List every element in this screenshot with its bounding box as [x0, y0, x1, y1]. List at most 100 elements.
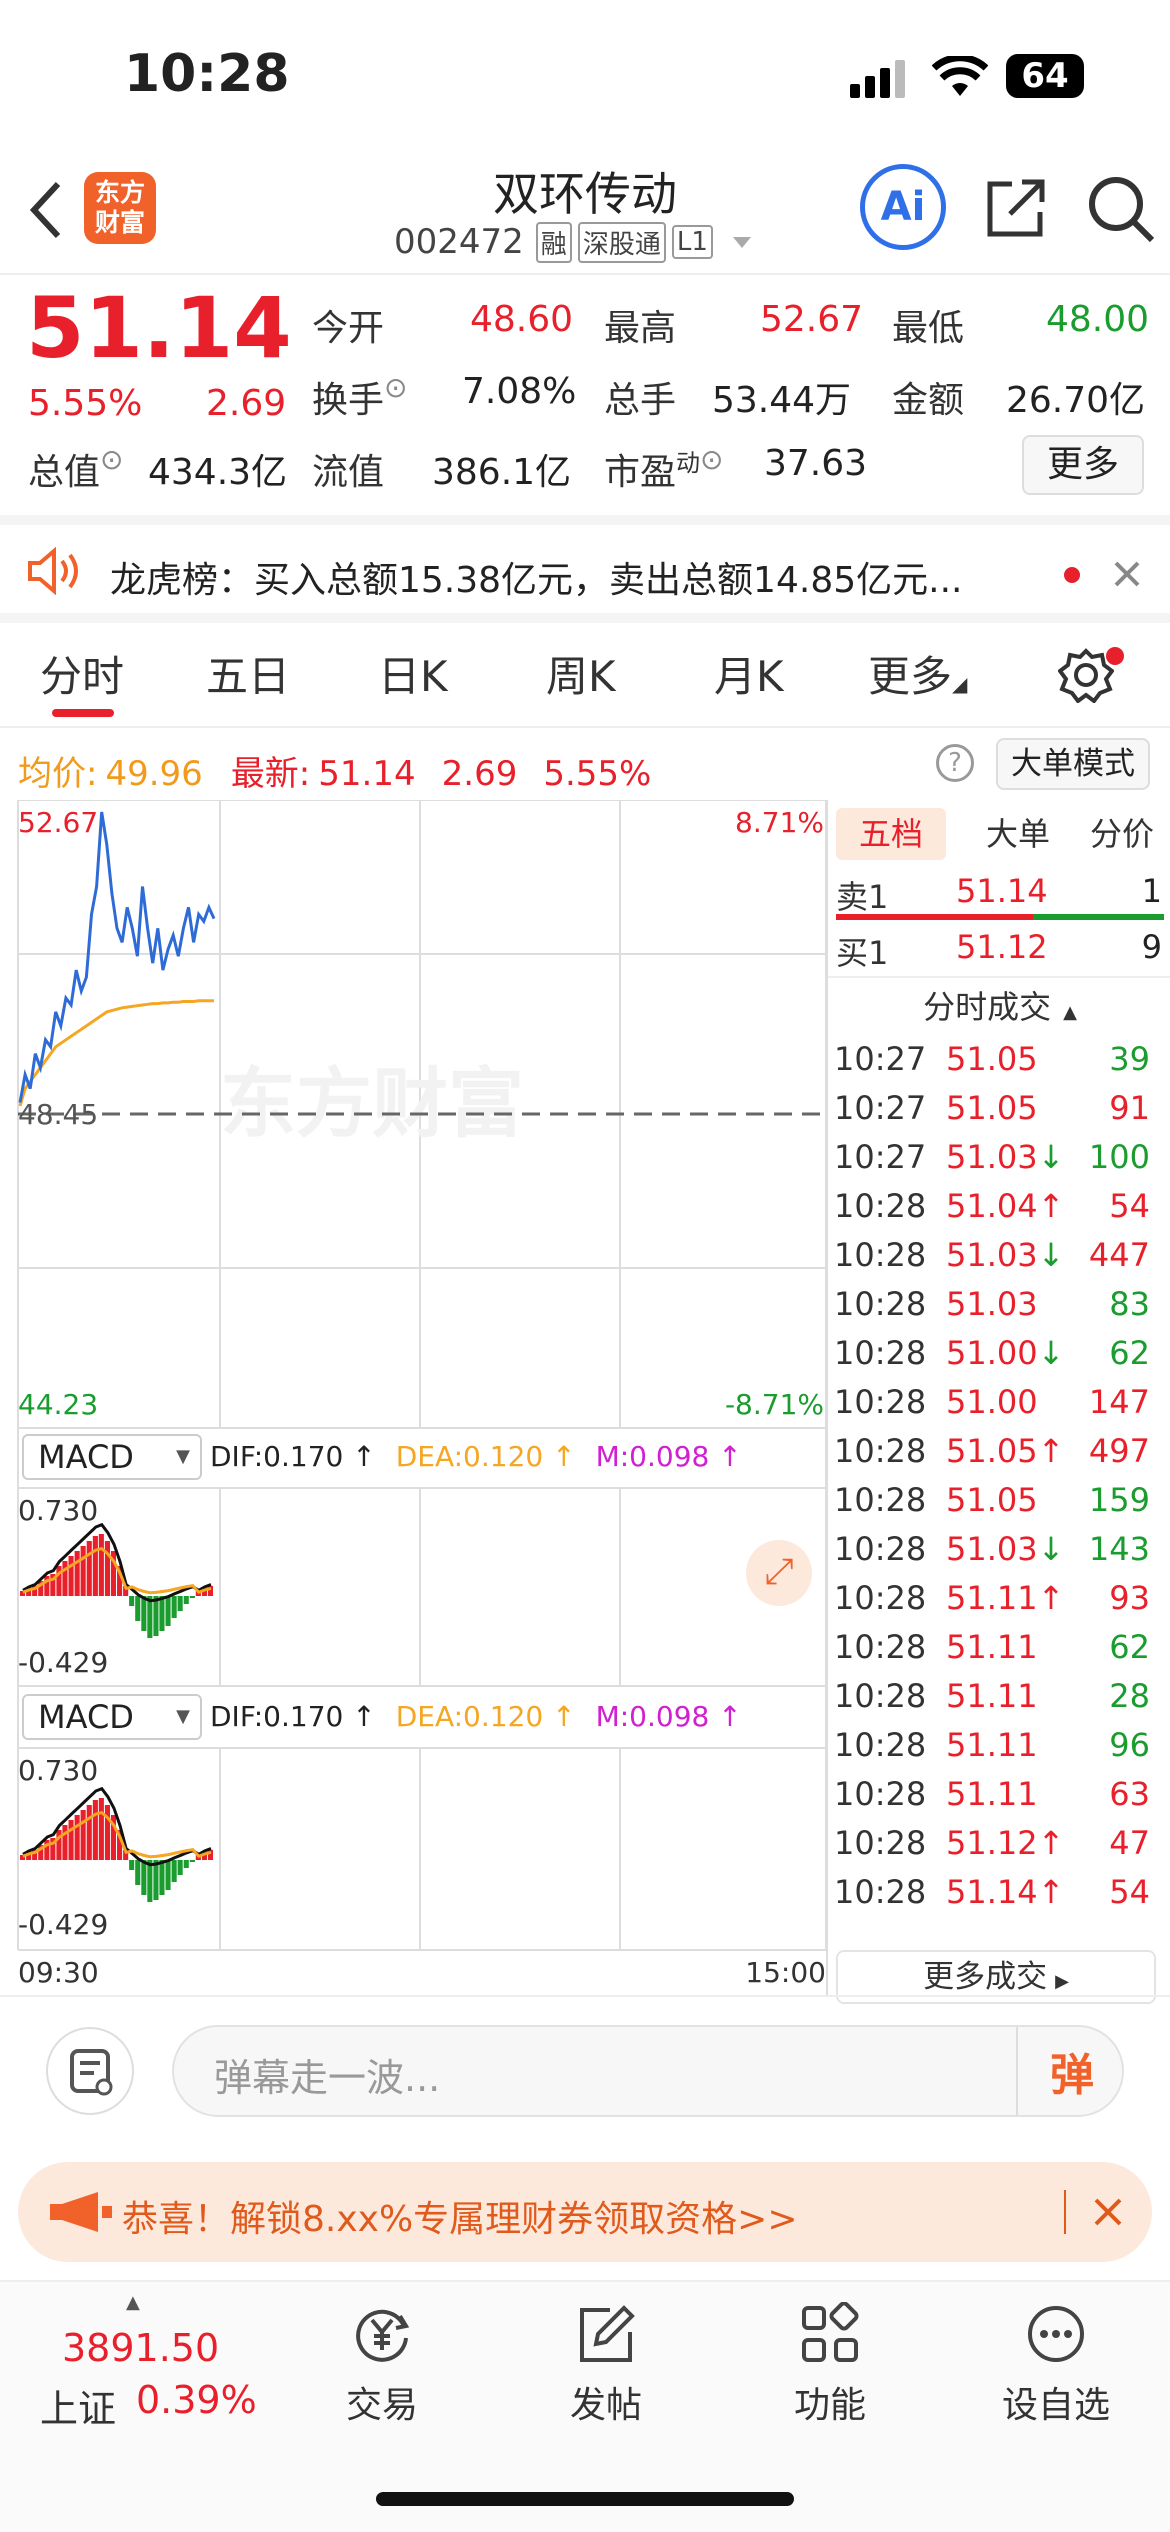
tab-intraday[interactable]: 分时	[40, 643, 124, 704]
nav-post-label: 发帖	[569, 2385, 642, 2426]
stock-header: 东方 财富 双环传动 002472 融 深股通 L1 Ai	[0, 150, 1170, 275]
macd-bar	[165, 1596, 171, 1626]
nav-trade[interactable]: 交易	[302, 2302, 462, 2428]
trade-row: 10:28 51.05 159	[832, 1477, 1162, 1526]
tab-5day[interactable]: 五日	[206, 643, 290, 704]
trade-time: 10:27	[834, 1040, 927, 1078]
trade-row: 10:28 51.03↓ 447	[832, 1232, 1162, 1281]
trade-time: 10:28	[834, 1873, 927, 1911]
trade-time: 10:28	[834, 1775, 927, 1813]
macd-bar	[177, 1860, 183, 1875]
low-value: 48.00	[1046, 299, 1150, 340]
avg-price-line	[18, 999, 214, 1107]
tab-more[interactable]: 更多◢	[868, 643, 967, 704]
time-end-label: 15:00	[745, 1956, 826, 1989]
trade-volume: 100	[1088, 1138, 1150, 1176]
info-icon[interactable]: ⊙	[100, 443, 123, 476]
nav-functions[interactable]: 功能	[750, 2301, 910, 2428]
close-icon[interactable]	[1092, 2196, 1124, 2228]
macd-bar	[183, 1596, 189, 1604]
macd-bar	[135, 1596, 141, 1621]
open-value: 48.60	[470, 299, 574, 340]
stock-code-row[interactable]: 002472 融 深股通 L1	[394, 220, 751, 264]
trade-price: 51.05	[946, 1040, 1038, 1078]
nav-add-watchlist[interactable]: 设自选	[976, 2302, 1136, 2428]
trade-volume: 54	[1109, 1187, 1150, 1225]
bottom-price-label: 44.23	[18, 1388, 98, 1421]
index-ticker[interactable]: ▲ 3891.50 上证 0.39%	[30, 2292, 260, 2432]
danmu-toggle-button[interactable]: 弹	[1050, 2039, 1094, 2103]
signal-icon	[850, 58, 910, 98]
trade-volume: 62	[1109, 1334, 1150, 1372]
promo-banner[interactable]: 恭喜！解锁8.xx%专属理财券领取资格>>	[18, 2162, 1152, 2262]
search-icon[interactable]	[1086, 174, 1156, 244]
trade-volume: 93	[1109, 1579, 1150, 1617]
trade-row: 10:28 51.03↓ 143	[832, 1526, 1162, 1575]
nav-post[interactable]: 发帖	[526, 2302, 686, 2428]
macd-selector[interactable]: MACD ▼	[22, 1434, 202, 1480]
macd-bar	[129, 1860, 135, 1870]
tab-monthly-k[interactable]: 月K	[714, 643, 784, 704]
macd-bar	[189, 1596, 195, 1598]
trade-row: 10:28 51.11 63	[832, 1771, 1162, 1820]
trade-price: 51.03↓	[946, 1530, 1065, 1568]
tab-weekly-k[interactable]: 周K	[546, 643, 616, 704]
macd-bar	[159, 1596, 165, 1631]
trades-title[interactable]: 分时成交 ▲	[828, 982, 1170, 1028]
notification-dot	[1064, 567, 1080, 583]
macd-bar	[141, 1596, 147, 1631]
bottom-nav: ▲ 3891.50 上证 0.39% 交易 发帖 功能 设自选	[0, 2280, 1170, 2532]
trade-volume: 54	[1109, 1873, 1150, 1911]
trade-row: 10:28 51.11↑ 93	[832, 1575, 1162, 1624]
chevron-down-icon	[732, 236, 751, 248]
trade-volume: 96	[1109, 1726, 1150, 1764]
tag-level1: L1	[671, 225, 713, 259]
trade-time: 10:28	[834, 1824, 927, 1862]
macd-bar	[74, 1815, 80, 1860]
more-button[interactable]: 更多	[1022, 435, 1144, 495]
macd-bar	[153, 1596, 159, 1636]
ai-button[interactable]: Ai	[860, 164, 946, 250]
clock: 10:28	[124, 44, 290, 104]
share-icon[interactable]	[982, 176, 1048, 242]
trade-price: 51.00↓	[946, 1334, 1065, 1372]
macd-bar	[62, 1825, 68, 1860]
nav-functions-label: 功能	[793, 2385, 866, 2426]
edit-icon	[580, 2305, 635, 2362]
trade-row: 10:28 51.04↑ 54	[832, 1183, 1162, 1232]
trade-price: 51.05	[946, 1089, 1038, 1127]
info-icon[interactable]: ⊙	[700, 443, 723, 476]
help-icon[interactable]: ?	[936, 744, 974, 782]
battery-level: 64	[1021, 56, 1069, 96]
tab-five-levels[interactable]: 五档	[836, 808, 946, 860]
pe-label: 市盈动⊙	[604, 443, 724, 493]
trade-time: 10:28	[834, 1187, 927, 1225]
tab-daily-k[interactable]: 日K	[378, 643, 448, 704]
big-order-mode-button[interactable]: 大单模式	[996, 738, 1150, 790]
trade-price: 51.03↓	[946, 1138, 1065, 1176]
info-icon[interactable]: ⊙	[384, 371, 407, 404]
trade-time: 10:28	[834, 1334, 927, 1372]
tab-big-orders[interactable]: 大单	[968, 808, 1068, 860]
macd-selector-2[interactable]: MACD ▼	[22, 1694, 202, 1740]
expand-icon[interactable]: ⤢	[746, 1540, 812, 1606]
macd-bar	[80, 1810, 86, 1860]
tab-price-dist[interactable]: 分价	[1072, 808, 1170, 860]
dropdown-icon: ◢	[952, 672, 968, 696]
turnover-value: 7.08%	[462, 371, 577, 412]
trade-time: 10:27	[834, 1089, 927, 1127]
compose-icon[interactable]	[46, 2027, 134, 2115]
caret-up-icon: ▲	[126, 2292, 140, 2313]
danmu-input[interactable]: 弹幕走一波... 弹	[172, 2025, 1124, 2117]
comment-bar: 弹幕走一波... 弹	[0, 1995, 1170, 2140]
price-chart[interactable]: 东方财富 52.67 48.45 44.23 8.71% -8.71% 0.73…	[0, 800, 830, 1990]
trade-volume: 159	[1088, 1481, 1150, 1519]
close-icon[interactable]	[1112, 559, 1142, 589]
top-price-label: 52.67	[18, 806, 98, 839]
dragon-tiger-banner[interactable]: 龙虎榜：买入总额15.38亿元，卖出总额14.85亿元...	[0, 515, 1170, 623]
top-pct-label: 8.71%	[735, 806, 824, 839]
intraday-chart-area: 东方财富 52.67 48.45 44.23 8.71% -8.71% 0.73…	[0, 800, 1170, 2004]
chevron-down-icon: ▼	[176, 1706, 190, 1727]
trade-price: 51.11	[946, 1726, 1038, 1764]
trade-price: 51.11↑	[946, 1579, 1065, 1617]
